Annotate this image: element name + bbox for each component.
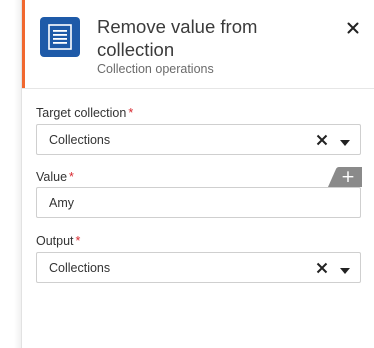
value-input-text: Amy (49, 196, 74, 210)
output-label: Output * (36, 234, 81, 248)
output-select[interactable]: Collections (36, 252, 361, 283)
value-label: Value * (36, 170, 74, 184)
close-icon (347, 22, 359, 34)
list-document-icon (40, 17, 80, 57)
header-divider (22, 88, 374, 89)
caret-down-icon (340, 268, 350, 274)
panel-shadow (14, 0, 21, 348)
target-collection-clear-button[interactable] (314, 132, 330, 148)
plus-icon: + (340, 167, 356, 187)
required-marker: * (128, 106, 134, 120)
clear-icon (316, 134, 328, 146)
panel-subtitle: Collection operations (97, 62, 214, 76)
add-expression-button[interactable]: + (328, 167, 362, 187)
target-collection-dropdown-button[interactable] (339, 135, 351, 146)
required-marker: * (75, 234, 81, 248)
target-collection-label: Target collection * (36, 106, 134, 120)
required-marker: * (69, 170, 74, 184)
close-button[interactable] (343, 18, 363, 38)
caret-down-icon (340, 140, 350, 146)
clear-icon (316, 262, 328, 274)
value-input[interactable]: Amy (36, 187, 361, 218)
panel-title: Remove value from collection (97, 16, 258, 60)
output-clear-button[interactable] (314, 260, 330, 276)
output-value: Collections (49, 261, 111, 275)
target-collection-value: Collections (49, 133, 111, 147)
panel-header: Remove value from collection Collection … (22, 0, 374, 88)
target-collection-select[interactable]: Collections (36, 124, 361, 155)
output-dropdown-button[interactable] (339, 263, 351, 274)
properties-panel: Remove value from collection Collection … (21, 0, 374, 348)
